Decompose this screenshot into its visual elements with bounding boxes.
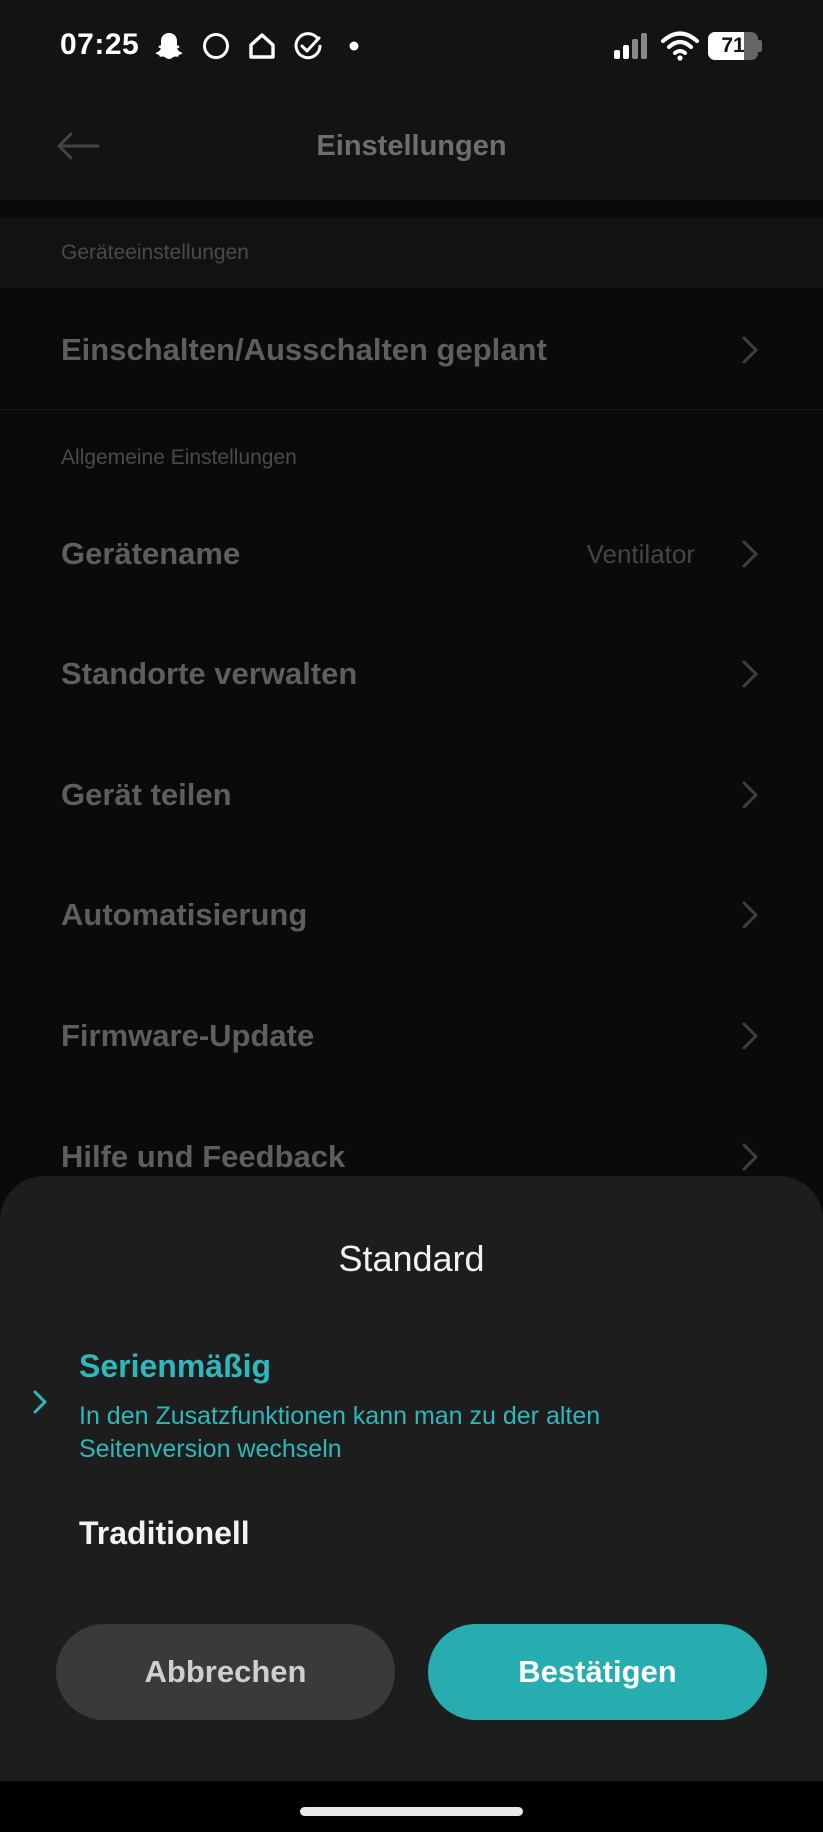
dot-icon bbox=[349, 41, 359, 51]
chevron-right-icon bbox=[742, 781, 758, 809]
page-title: Einstellungen bbox=[316, 130, 507, 162]
home-icon bbox=[249, 33, 275, 59]
chevron-right-icon bbox=[742, 540, 758, 568]
confirm-button[interactable]: Bestätigen bbox=[428, 1624, 767, 1720]
chevron-right-icon bbox=[742, 336, 758, 364]
option-label: Serienmäßig bbox=[79, 1348, 272, 1384]
bottom-sheet-dialog: Standard Serienmäßig In den Zusatzfunkti… bbox=[0, 1176, 823, 1781]
status-bar: 07:25 71 bbox=[0, 0, 823, 92]
app-header: Einstellungen bbox=[0, 92, 823, 200]
screen: 07:25 71 Einstellungen Geräteeinstellung… bbox=[0, 0, 823, 1832]
settings-item-firmware-update[interactable]: Firmware-Update bbox=[0, 976, 823, 1096]
chevron-right-icon bbox=[742, 901, 758, 929]
settings-item-share-device[interactable]: Gerät teilen bbox=[0, 735, 823, 855]
selected-chevron-icon bbox=[33, 1390, 47, 1414]
settings-item-label: Firmware-Update bbox=[61, 1018, 315, 1053]
chevron-right-icon bbox=[742, 1022, 758, 1050]
circle-icon bbox=[203, 33, 229, 59]
section-general-settings: Allgemeine Einstellungen bbox=[0, 432, 823, 484]
settings-item-label: Einschalten/Ausschalten geplant bbox=[61, 332, 547, 367]
cancel-button[interactable]: Abbrechen bbox=[56, 1624, 395, 1720]
settings-item-label: Standorte verwalten bbox=[61, 656, 358, 691]
battery-icon: 71 bbox=[708, 32, 762, 60]
gesture-nav-bar bbox=[0, 1781, 823, 1832]
settings-item-label: Gerätename bbox=[61, 536, 241, 571]
settings-item-device-name[interactable]: Gerätename Ventilator bbox=[0, 494, 823, 614]
divider bbox=[0, 409, 823, 410]
option-description: In den Zusatzfunktionen kann man zu der … bbox=[79, 1402, 601, 1463]
snapchat-icon bbox=[155, 33, 183, 59]
settings-item-scheduled-power[interactable]: Einschalten/Ausschalten geplant bbox=[0, 290, 823, 410]
sheet-title: Standard bbox=[338, 1238, 485, 1279]
wifi-icon bbox=[661, 31, 699, 61]
settings-item-manage-locations[interactable]: Standorte verwalten bbox=[0, 614, 823, 734]
home-indicator[interactable] bbox=[300, 1807, 523, 1816]
signal-icon bbox=[614, 33, 647, 59]
device-name-value: Ventilator bbox=[586, 539, 695, 569]
status-time: 07:25 bbox=[60, 28, 140, 61]
chevron-right-icon bbox=[742, 660, 758, 688]
battery-percent: 71 bbox=[721, 34, 745, 57]
chevron-right-icon bbox=[742, 1143, 758, 1171]
option-label: Traditionell bbox=[79, 1515, 250, 1551]
section-device-settings: Geräteeinstellungen bbox=[0, 218, 823, 288]
check-circle-icon bbox=[294, 32, 322, 60]
settings-item-label: Automatisierung bbox=[61, 897, 308, 932]
settings-item-label: Gerät teilen bbox=[61, 777, 232, 812]
settings-item-automation[interactable]: Automatisierung bbox=[0, 855, 823, 975]
